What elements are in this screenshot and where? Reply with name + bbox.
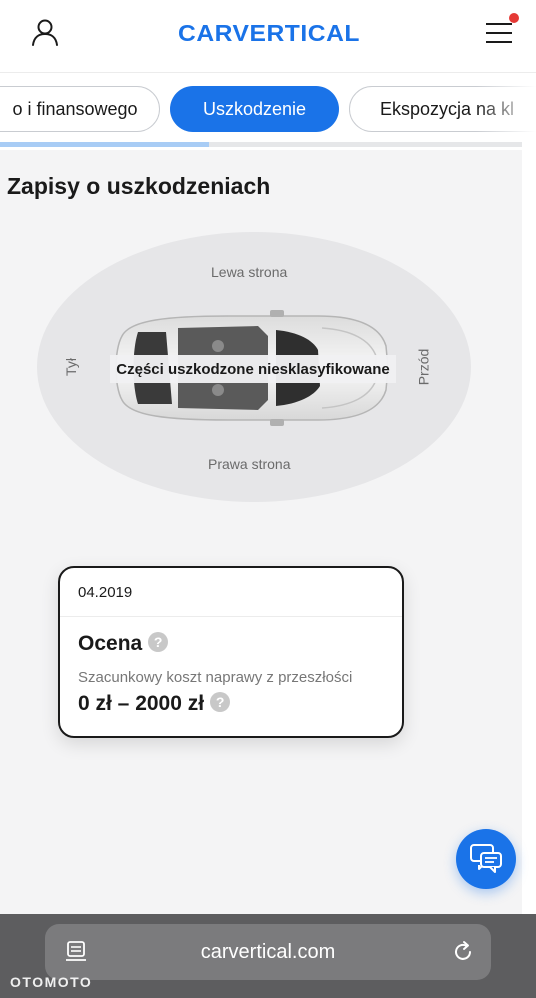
right-side-label: Prawa strona — [208, 456, 291, 472]
scroll-progress-bar — [0, 142, 522, 147]
tab-exposure[interactable]: Ekspozycja na kl — [349, 86, 536, 132]
help-icon[interactable]: ? — [210, 692, 231, 713]
otomoto-watermark: OTOMOTO — [10, 974, 93, 990]
carvertical-logo[interactable]: CARVERTICAL — [178, 19, 360, 47]
section-title: Zapisy o uszkodzeniach — [7, 173, 271, 199]
damage-record-card[interactable]: 04.2019 Ocena? Szacunkowy koszt naprawy … — [58, 566, 404, 738]
notification-dot — [509, 13, 519, 23]
section-tabs: o i finansowego Uszkodzenie Ekspozycja n… — [0, 86, 536, 132]
record-heading: Ocena? — [78, 632, 169, 656]
tab-label: Uszkodzenie — [202, 98, 307, 119]
left-side-label: Lewa strona — [211, 264, 288, 280]
repair-cost-label: Szacunkowy koszt naprawy z przeszłości — [78, 669, 353, 686]
tab-finance[interactable]: o i finansowego — [0, 86, 160, 132]
scroll-progress-fill — [0, 142, 209, 147]
repair-cost-value: 0 zł – 2000 zł? — [78, 692, 231, 716]
hamburger-menu-icon[interactable] — [484, 20, 514, 46]
card-divider — [60, 616, 402, 617]
svg-text:CARVERTICAL: CARVERTICAL — [178, 20, 360, 46]
user-icon[interactable] — [30, 17, 60, 47]
tab-damage[interactable]: Uszkodzenie — [170, 86, 339, 132]
help-icon[interactable]: ? — [148, 632, 169, 653]
front-label: Przód — [415, 348, 432, 386]
record-date: 04.2019 — [78, 584, 133, 601]
url-field[interactable]: carvertical.com — [45, 924, 491, 980]
rear-label: Tył — [62, 358, 79, 376]
tab-label: o i finansowego — [12, 98, 138, 119]
chat-icon — [470, 844, 502, 873]
url-text: carvertical.com — [200, 940, 336, 963]
damage-part-label[interactable]: Części uszkodzone niesklasyfikowane — [110, 355, 396, 383]
tab-label: Ekspozycja na kl — [380, 98, 515, 119]
record-heading-text: Ocena — [78, 632, 143, 655]
chat-button[interactable] — [456, 829, 516, 889]
app-header: CARVERTICAL — [0, 0, 536, 73]
reload-icon[interactable] — [451, 940, 475, 964]
repair-cost-text: 0 zł – 2000 zł — [78, 692, 205, 715]
